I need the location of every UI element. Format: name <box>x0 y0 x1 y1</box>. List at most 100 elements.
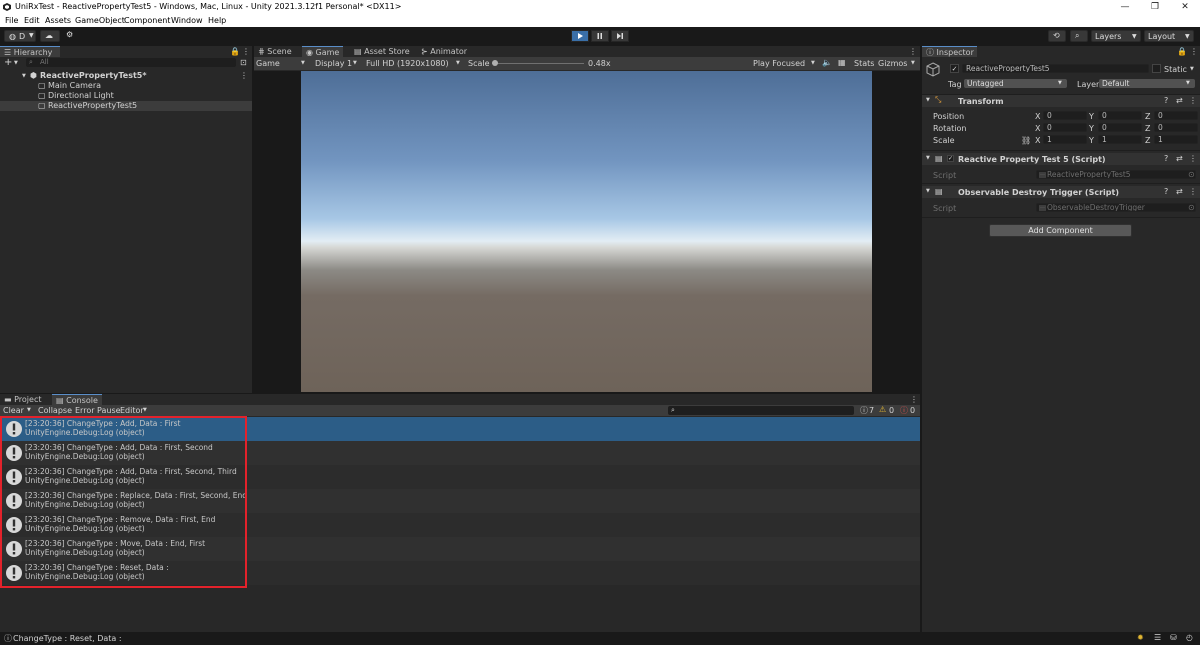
reactive-property-script-header[interactable]: ▼ ▤ ✓ Reactive Property Test 5 (Script) … <box>922 153 1200 165</box>
add-button[interactable]: + <box>4 57 12 68</box>
game-mode-dropdown[interactable]: Game <box>256 59 280 68</box>
preset-icon[interactable]: ⇄ <box>1176 187 1183 196</box>
add-component-button[interactable]: Add Component <box>989 224 1132 237</box>
layers-stack-icon[interactable]: ☰ <box>1154 633 1161 642</box>
preset-icon[interactable]: ⇄ <box>1176 154 1183 163</box>
gizmos-dropdown[interactable]: Gizmos <box>878 59 907 68</box>
scale-y-field[interactable]: 1 <box>1098 135 1142 144</box>
resolution-dropdown[interactable]: Full HD (1920x1080) <box>366 59 449 68</box>
tab-asset-store[interactable]: ▤ Asset Store <box>350 46 414 57</box>
rotation-z-field[interactable]: 0 <box>1154 123 1198 132</box>
rotation-y-field[interactable]: 0 <box>1098 123 1142 132</box>
collapse-button[interactable]: Collapse <box>38 406 72 415</box>
static-checkbox[interactable] <box>1152 64 1161 73</box>
clear-button[interactable]: Clear <box>3 406 24 415</box>
transform-header[interactable]: ▼ ⤡ Transform ? ⇄ ⋮ <box>922 95 1200 107</box>
tag-dropdown[interactable]: Untagged ▼ <box>964 79 1067 88</box>
tab-animator[interactable]: ⊱ Animator <box>417 46 471 57</box>
stats-button[interactable]: Stats <box>854 59 874 68</box>
menu-assets[interactable]: Assets <box>45 16 71 25</box>
account-dropdown[interactable]: ◍ D ▼ <box>4 30 36 42</box>
scale-z-field[interactable]: 1 <box>1154 135 1198 144</box>
console-search-input[interactable]: ⌕ <box>668 406 854 415</box>
layers-dropdown[interactable]: Layers ▼ <box>1091 30 1141 42</box>
scale-slider-handle[interactable] <box>492 60 498 66</box>
database-icon[interactable]: ⛁ <box>1170 633 1177 642</box>
collab-button[interactable]: ⚙ <box>64 30 78 42</box>
menu-file[interactable]: File <box>5 16 18 25</box>
scale-slider-track[interactable] <box>492 63 584 64</box>
warning-count-icon[interactable]: ⚠ <box>879 405 886 414</box>
target-icon[interactable]: ⊙ <box>1188 203 1195 212</box>
cloud-button[interactable]: ☁ <box>40 30 60 42</box>
play-focused-dropdown[interactable]: Play Focused <box>753 59 805 68</box>
tab-hierarchy[interactable]: ☰ Hierarchy <box>0 46 60 57</box>
help-icon[interactable]: ? <box>1164 187 1168 196</box>
lock-icon[interactable]: 🔒 <box>230 47 240 56</box>
link-icon[interactable]: ⛓ <box>1021 136 1031 145</box>
chevron-down-icon[interactable]: ▼ <box>1190 66 1194 72</box>
position-x-field[interactable]: 0 <box>1043 111 1087 120</box>
display-dropdown[interactable]: Display 1 <box>315 59 352 68</box>
close-button[interactable]: ✕ <box>1170 0 1200 14</box>
hierarchy-item-directional-light[interactable]: ▢ Directional Light <box>0 91 252 101</box>
layer-dropdown[interactable]: Default ▼ <box>1099 79 1195 88</box>
target-icon[interactable]: ⊙ <box>1188 170 1195 179</box>
object-name-field[interactable]: ReactivePropertyTest5 <box>962 64 1149 73</box>
active-checkbox[interactable]: ✓ <box>950 64 959 73</box>
hierarchy-item-main-camera[interactable]: ▢ Main Camera <box>0 81 252 91</box>
more-icon[interactable]: ⋮ <box>242 47 250 56</box>
chevron-down-icon[interactable]: ▼ <box>27 407 31 413</box>
more-icon[interactable]: ⋮ <box>1190 47 1198 56</box>
history-button[interactable]: ⟲ <box>1048 30 1066 42</box>
more-icon[interactable]: ⋮ <box>1189 187 1197 196</box>
lock-icon[interactable]: 🔒 <box>1177 47 1187 56</box>
more-icon[interactable]: ⋮ <box>909 47 917 56</box>
menu-help[interactable]: Help <box>208 16 226 25</box>
editor-dropdown[interactable]: Editor <box>120 406 144 415</box>
tab-game[interactable]: ◉ Game <box>302 46 344 57</box>
minimize-button[interactable]: — <box>1110 0 1140 14</box>
tab-inspector[interactable]: ⓘ Inspector <box>922 46 977 57</box>
menu-gameobject[interactable]: GameObject <box>75 16 125 25</box>
game-viewport[interactable] <box>301 71 872 392</box>
tab-scene[interactable]: ⋕ Scene <box>254 46 296 57</box>
maximize-button[interactable]: ❐ <box>1140 0 1170 14</box>
info-count-icon[interactable]: ⓘ <box>860 405 868 416</box>
scale-x-field[interactable]: 1 <box>1043 135 1087 144</box>
more-icon[interactable]: ⋮ <box>910 395 918 404</box>
more-icon[interactable]: ⋮ <box>240 71 248 81</box>
menu-window[interactable]: Window <box>171 16 203 25</box>
position-z-field[interactable]: 0 <box>1154 111 1198 120</box>
tab-console[interactable]: ▤ Console <box>52 394 102 405</box>
audio-icon[interactable]: 🔈 <box>822 58 832 67</box>
grid-icon[interactable]: ▦ <box>838 58 846 67</box>
step-button[interactable] <box>611 30 629 42</box>
error-pause-button[interactable]: Error Pause <box>75 406 121 415</box>
destroy-trigger-script-header[interactable]: ▼ ▤ Observable Destroy Trigger (Script) … <box>922 186 1200 198</box>
preset-icon[interactable]: ⇄ <box>1176 96 1183 105</box>
menu-component[interactable]: Component <box>124 16 170 25</box>
position-y-field[interactable]: 0 <box>1098 111 1142 120</box>
status-message[interactable]: ChangeType : Reset, Data : <box>13 634 122 643</box>
hierarchy-item-reactivepropertytest5[interactable]: ▢ ReactivePropertyTest5 <box>0 101 252 111</box>
pause-button[interactable] <box>591 30 609 42</box>
more-icon[interactable]: ⋮ <box>1189 154 1197 163</box>
hierarchy-scene-row[interactable]: ▼ ⬢ ReactivePropertyTest5* ⋮ <box>0 71 252 81</box>
search-button[interactable]: ⌕ <box>1070 30 1088 42</box>
more-icon[interactable]: ⋮ <box>1189 96 1197 105</box>
rotation-x-field[interactable]: 0 <box>1043 123 1087 132</box>
help-icon[interactable]: ? <box>1164 96 1168 105</box>
error-count-icon[interactable]: ⓘ <box>900 405 908 416</box>
filter-icon[interactable]: ⊡ <box>240 58 247 67</box>
lightbulb-icon[interactable]: ✹ <box>1137 633 1144 642</box>
tab-project[interactable]: ▬ Project <box>0 394 45 405</box>
play-button[interactable] <box>571 30 589 42</box>
store-icon: ▤ <box>354 47 365 56</box>
progress-icon[interactable]: ◴ <box>1186 633 1193 642</box>
component-enabled-checkbox[interactable]: ✓ <box>947 155 954 162</box>
help-icon[interactable]: ? <box>1164 154 1168 163</box>
menu-edit[interactable]: Edit <box>24 16 40 25</box>
hierarchy-search-input[interactable]: ⌕ All <box>26 58 236 67</box>
layout-dropdown[interactable]: Layout ▼ <box>1144 30 1194 42</box>
